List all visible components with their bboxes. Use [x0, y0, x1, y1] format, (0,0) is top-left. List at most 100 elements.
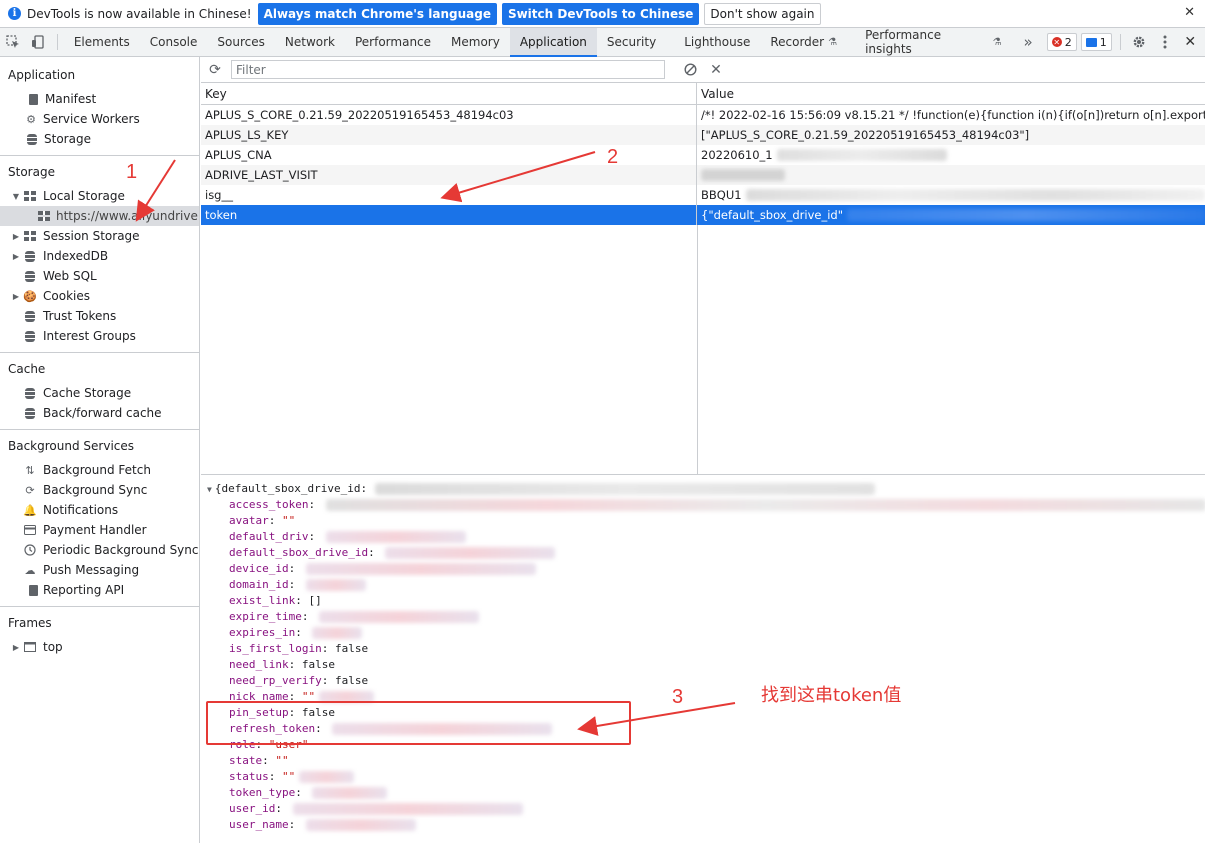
filter-input[interactable] [231, 60, 665, 79]
clear-all-icon[interactable] [677, 63, 703, 76]
preview-property[interactable]: status: "" [201, 769, 1205, 785]
redacted-blur [305, 563, 536, 575]
expand-triangle-icon[interactable]: ▶ [11, 252, 21, 261]
property-value: false [334, 674, 369, 687]
tab-sources[interactable]: Sources [207, 28, 274, 56]
section-divider [0, 429, 199, 430]
tab-performance-insights[interactable]: Performance insights ⚗ [855, 28, 1011, 56]
tab-security[interactable]: Security [597, 28, 674, 56]
table-row[interactable]: APLUS_CNA 20220610_1 [201, 145, 1205, 165]
preview-property[interactable]: user_id: [201, 801, 1205, 817]
application-sidebar: Application Manifest ⚙ Service Workers St… [0, 57, 200, 843]
sidebar-item-service-workers[interactable]: ⚙ Service Workers [0, 109, 199, 129]
experiment-flask-icon: ⚗ [828, 36, 838, 48]
infobar-close-icon[interactable]: ✕ [1184, 5, 1195, 20]
switch-to-chinese-button[interactable]: Switch DevTools to Chinese [501, 2, 700, 25]
preview-property[interactable]: access_token: [201, 497, 1205, 513]
tab-performance[interactable]: Performance [345, 28, 441, 56]
preview-property[interactable]: default_driv: [201, 529, 1205, 545]
collapse-triangle-icon[interactable]: ▼ [207, 485, 212, 494]
sidebar-item-periodic-background-sync[interactable]: Periodic Background Sync [0, 540, 199, 560]
sidebar-item-local-storage-origin[interactable]: https://www.aliyundrive.com [0, 206, 199, 226]
table-row[interactable]: ADRIVE_LAST_VISIT [201, 165, 1205, 185]
sidebar-item-payment-handler[interactable]: Payment Handler [0, 520, 199, 540]
sidebar-item-background-fetch[interactable]: ⇅ Background Fetch [0, 460, 199, 480]
table-row-selected[interactable]: token {"default_sbox_drive_id" [201, 205, 1205, 225]
preview-property[interactable]: nick_name: "" [201, 689, 1205, 705]
dont-show-again-button[interactable]: Don't show again [704, 2, 821, 25]
device-toolbar-icon[interactable] [25, 28, 50, 56]
column-header-value[interactable]: Value [697, 83, 1205, 104]
sidebar-item-push-messaging[interactable]: ☁ Push Messaging [0, 560, 199, 580]
expand-triangle-icon[interactable]: ▶ [11, 292, 21, 301]
preview-property[interactable]: is_first_login: false [201, 641, 1205, 657]
sidebar-item-trust-tokens[interactable]: Trust Tokens [0, 306, 199, 326]
tab-console[interactable]: Console [140, 28, 208, 56]
refresh-icon[interactable]: ⟳ [201, 62, 229, 78]
preview-property[interactable]: state: "" [201, 753, 1205, 769]
preview-property[interactable]: domain_id: [201, 577, 1205, 593]
table-row[interactable]: APLUS_LS_KEY ["APLUS_S_CORE_0.21.59_2022… [201, 125, 1205, 145]
sidebar-item-reporting-api[interactable]: Reporting API [0, 580, 199, 600]
sidebar-item-back-forward-cache[interactable]: Back/forward cache [0, 403, 199, 423]
tab-network[interactable]: Network [275, 28, 345, 56]
sidebar-item-background-sync[interactable]: ⟳ Background Sync [0, 480, 199, 500]
section-title-background-services: Background Services [8, 439, 135, 453]
sidebar-item-interest-groups[interactable]: Interest Groups [0, 326, 199, 346]
sidebar-item-local-storage[interactable]: ▼ Local Storage [0, 186, 199, 206]
row-key: isg__ [201, 185, 697, 205]
preview-property[interactable]: avatar: "" [201, 513, 1205, 529]
more-options-icon[interactable] [1152, 28, 1177, 56]
table-row[interactable]: APLUS_S_CORE_0.21.59_20220519165453_4819… [201, 105, 1205, 125]
preview-property[interactable]: need_rp_verify: false [201, 673, 1205, 689]
sidebar-item-frame-top[interactable]: ▶ top [0, 637, 199, 657]
preview-property[interactable]: expire_time: [201, 609, 1205, 625]
sidebar-item-web-sql[interactable]: Web SQL [0, 266, 199, 286]
preview-property[interactable]: need_link: false [201, 657, 1205, 673]
delete-selected-icon[interactable]: ✕ [703, 62, 729, 78]
always-match-language-button[interactable]: Always match Chrome's language [257, 2, 497, 25]
preview-property[interactable]: pin_setup: false [201, 705, 1205, 721]
more-tabs-icon[interactable]: » [1012, 28, 1045, 56]
row-key: ADRIVE_LAST_VISIT [201, 165, 697, 185]
preview-property[interactable]: expires_in: [201, 625, 1205, 641]
property-key: is_first_login [229, 642, 322, 655]
sidebar-item-notifications[interactable]: 🔔 Notifications [0, 500, 199, 520]
database-icon-shape [25, 310, 35, 322]
expand-triangle-icon[interactable]: ▶ [11, 643, 21, 652]
gear-icon[interactable] [1127, 28, 1152, 56]
row-value: BBQU1 [701, 188, 742, 202]
tab-memory[interactable]: Memory [441, 28, 510, 56]
sidebar-item-cache-storage[interactable]: Cache Storage [0, 383, 199, 403]
tab-lighthouse[interactable]: Lighthouse [674, 28, 760, 56]
preview-property[interactable]: default_sbox_drive_id: [201, 545, 1205, 561]
preview-property[interactable]: refresh_token: [201, 721, 1205, 737]
tab-application[interactable]: Application [509, 28, 597, 57]
section-title-cache: Cache [8, 362, 46, 376]
sidebar-item-cookies[interactable]: ▶ 🍪 Cookies [0, 286, 199, 306]
redacted-blur [847, 209, 1205, 221]
credit-card-icon [24, 524, 36, 536]
preview-property[interactable]: exist_link: [] [201, 593, 1205, 609]
preview-property[interactable]: role: "user" [201, 737, 1205, 753]
sidebar-item-session-storage[interactable]: ▶ Session Storage [0, 226, 199, 246]
table-row[interactable]: isg__ BBQU1 [201, 185, 1205, 205]
sidebar-item-manifest[interactable]: Manifest [0, 89, 199, 109]
property-value: "" [275, 754, 289, 767]
sidebar-item-storage[interactable]: Storage [0, 129, 199, 149]
message-count-badge[interactable]: 1 [1080, 33, 1112, 51]
preview-root-object[interactable]: ▼ {default_sbox_drive_id: [201, 481, 1205, 497]
preview-property[interactable]: user_name: [201, 817, 1205, 833]
sidebar-item-indexeddb[interactable]: ▶ IndexedDB [0, 246, 199, 266]
tab-elements[interactable]: Elements [64, 28, 140, 56]
redacted-blur [375, 483, 876, 495]
expand-triangle-icon[interactable]: ▼ [11, 192, 21, 201]
preview-property[interactable]: token_type: [201, 785, 1205, 801]
expand-triangle-icon[interactable]: ▶ [11, 232, 21, 241]
tab-recorder[interactable]: Recorder ⚗ [760, 28, 855, 56]
inspect-element-icon[interactable] [0, 28, 25, 56]
error-count-badge[interactable]: ✕ 2 [1046, 33, 1077, 51]
preview-property[interactable]: device_id: [201, 561, 1205, 577]
close-devtools-icon[interactable]: ✕ [1178, 28, 1203, 56]
column-header-key[interactable]: Key [201, 83, 697, 104]
